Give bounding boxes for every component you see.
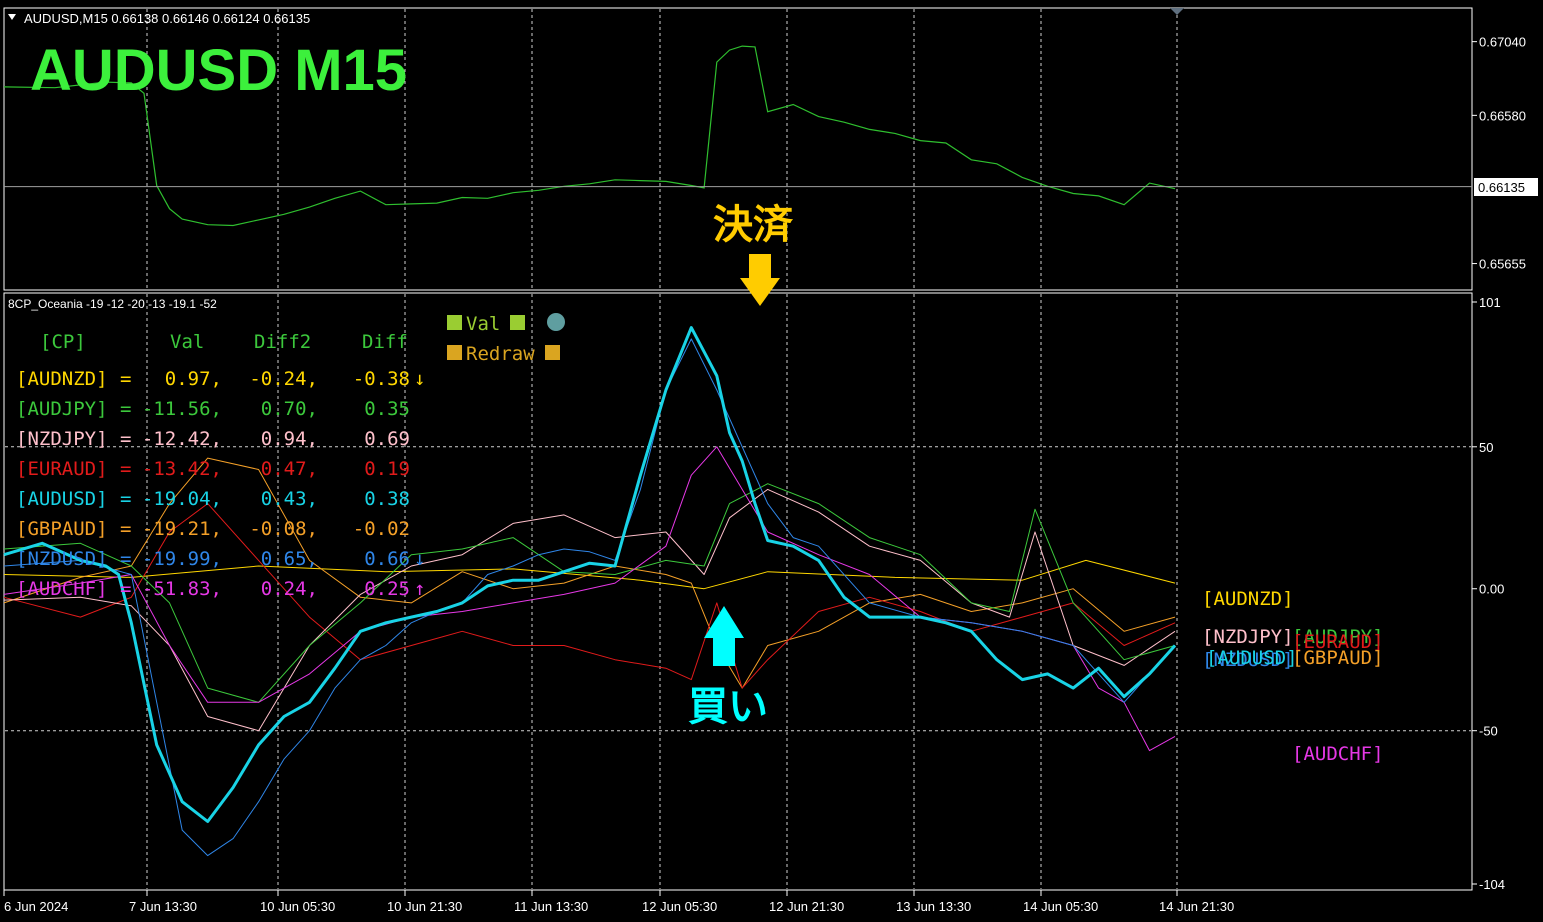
time-tick-label: 7 Jun 13:30 xyxy=(129,899,197,914)
table-row-val: 0.97, xyxy=(165,368,222,390)
redraw-square-left xyxy=(447,345,462,360)
table-row-eq: = xyxy=(120,458,131,480)
table-row-diff2: 0.94, xyxy=(261,428,318,450)
time-axis: 6 Jun 2024 7 Jun 13:30 10 Jun 05:30 10 Jun … xyxy=(3,890,1234,914)
exit-annotation: 決済 xyxy=(713,202,794,248)
table-header: Val xyxy=(170,331,204,353)
val-square-left xyxy=(447,315,462,330)
price-tick-label: 0.66580 xyxy=(1479,108,1526,123)
table-row-label: [EURAUD] xyxy=(16,458,108,480)
time-tick-label: 11 Jun 13:30 xyxy=(514,899,588,914)
symbol-line: AUDUSD,M15 0.66138 0.66146 0.66124 0.661… xyxy=(24,11,310,26)
table-row-label: [AUDUSD] xyxy=(16,488,108,510)
table-row-val: -19.21, xyxy=(142,518,222,540)
price-tick-label: 0.65655 xyxy=(1479,257,1526,272)
series-label-nzdjpy: [NZDJPY] xyxy=(1202,626,1294,648)
table-row-val: -51.83, xyxy=(142,578,222,600)
table-row-eq: = xyxy=(120,428,131,450)
table-row-diff: 0.69 xyxy=(364,428,410,450)
time-tick-label: 6 Jun 2024 xyxy=(4,899,68,914)
time-tick-label: 13 Jun 13:30 xyxy=(896,899,971,914)
indicator-tick-label: -50 xyxy=(1479,724,1498,739)
table-row-diff2: -0.24, xyxy=(249,368,318,390)
time-tick-label: 14 Jun 05:30 xyxy=(1023,899,1098,914)
table-row-diff: 0.25 xyxy=(364,578,410,600)
indicator-axis: 101 50 0.00 -50 -104 xyxy=(1472,295,1505,892)
time-tick-label: 14 Jun 21:30 xyxy=(1159,899,1234,914)
table-row-diff2: 0.47, xyxy=(261,458,318,480)
cp-table: [CP] Val Diff2 Diff [AUDNZD] = 0.97, -0.24, -0.3… xyxy=(16,331,425,600)
table-row-diff: -0.02 xyxy=(353,518,410,540)
series-label-gbpaud: [GBPAUD] xyxy=(1292,647,1384,669)
table-row-diff2: -0.08, xyxy=(249,518,318,540)
table-header: Diff2 xyxy=(254,331,311,353)
table-row-val: -12.42, xyxy=(142,428,222,450)
redraw-square-right xyxy=(545,345,560,360)
table-row-label: [NZDUSD] xyxy=(16,548,108,570)
table-row-diff: 0.38 xyxy=(364,488,410,510)
table-row-val: -19.99, xyxy=(142,548,222,570)
indicator-tick-label: 50 xyxy=(1479,440,1493,455)
table-row-diff: -0.38 xyxy=(353,368,410,390)
table-row-arrow: ↑ xyxy=(414,578,425,600)
time-tick-label: 12 Jun 05:30 xyxy=(642,899,717,914)
current-price-label: 0.66135 xyxy=(1478,180,1525,195)
table-row-label: [GBPAUD] xyxy=(16,518,108,540)
table-row-val: -11.56, xyxy=(142,398,222,420)
table-row-eq: = xyxy=(120,368,131,390)
big-title: AUDUSD M15 xyxy=(30,38,407,103)
table-row-val: -13.42, xyxy=(142,458,222,480)
table-row-eq: = xyxy=(120,548,131,570)
indicator-tick-label: 101 xyxy=(1479,295,1501,310)
table-row-label: [AUDCHF] xyxy=(16,578,108,600)
table-row-eq: = xyxy=(120,488,131,510)
indicator-tick-label: -104 xyxy=(1479,877,1505,892)
table-row-diff: 0.35 xyxy=(364,398,410,420)
buy-annotation: 買い xyxy=(688,684,768,730)
table-header: Diff xyxy=(362,331,408,353)
table-row-arrow: ↓ xyxy=(414,368,425,390)
time-tick-label: 10 Jun 21:30 xyxy=(387,899,462,914)
val-legend-label: Val xyxy=(466,313,500,335)
table-row-diff2: 0.70, xyxy=(261,398,318,420)
table-row-diff: 0.19 xyxy=(364,458,410,480)
table-row-label: [AUDJPY] xyxy=(16,398,108,420)
series-label-audnzd: [AUDNZD] xyxy=(1202,588,1294,610)
val-square-right xyxy=(510,315,525,330)
indicator-tick-label: 0.00 xyxy=(1479,582,1504,597)
status-dot-icon xyxy=(547,313,565,331)
table-row-diff2: 0.65, xyxy=(261,548,318,570)
table-row-val: -19.04, xyxy=(142,488,222,510)
price-axis: 0.67040 0.66580 0.65655 xyxy=(1472,35,1526,272)
table-row-diff2: 0.43, xyxy=(261,488,318,510)
series-label-audusd: [AUDUSD] xyxy=(1206,647,1298,669)
price-tick-label: 0.67040 xyxy=(1479,35,1526,50)
redraw-legend-label: Redraw xyxy=(466,343,535,365)
chart-canvas[interactable]: AUDUSD,M15 0.66138 0.66146 0.66124 0.661… xyxy=(0,0,1543,922)
series-label-audchf: [AUDCHF] xyxy=(1292,743,1384,765)
table-row-label: [AUDNZD] xyxy=(16,368,108,390)
table-row-eq: = xyxy=(120,398,131,420)
table-row-diff2: 0.24, xyxy=(261,578,318,600)
table-row-label: [NZDJPY] xyxy=(16,428,108,450)
table-row-diff: 0.66 xyxy=(364,548,410,570)
table-row-arrow: ↓ xyxy=(414,548,425,570)
table-row-eq: = xyxy=(120,518,131,540)
table-row-eq: = xyxy=(120,578,131,600)
time-tick-label: 12 Jun 21:30 xyxy=(769,899,844,914)
time-tick-label: 10 Jun 05:30 xyxy=(260,899,335,914)
table-header: [CP] xyxy=(40,331,86,353)
indicator-line: 8CP_Oceania -19 -12 -20 -13 -19.1 -52 xyxy=(8,297,217,311)
